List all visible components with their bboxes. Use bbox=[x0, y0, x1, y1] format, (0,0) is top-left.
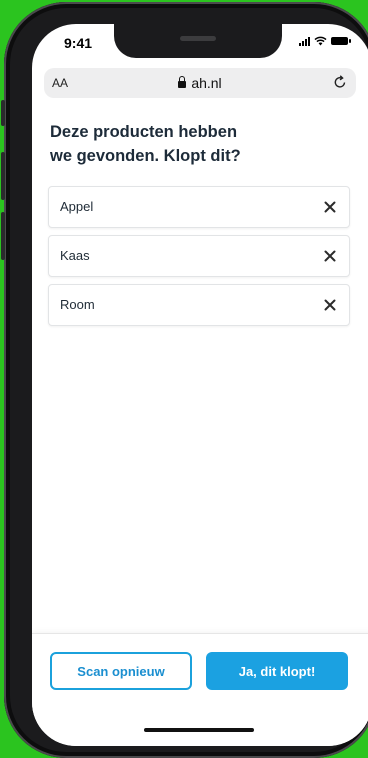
action-footer: Scan opnieuw Ja, dit klopt! bbox=[32, 633, 368, 746]
status-icons bbox=[299, 36, 351, 46]
remove-product-icon[interactable] bbox=[321, 198, 339, 216]
reload-icon[interactable] bbox=[332, 74, 348, 90]
remove-product-icon[interactable] bbox=[321, 296, 339, 314]
status-time: 9:41 bbox=[64, 35, 93, 51]
phone-frame: 9:41 AA ah.nl Deze producten hebben we g… bbox=[1, 2, 368, 758]
lock-icon bbox=[178, 76, 187, 88]
phone-side-button bbox=[1, 100, 5, 126]
notch bbox=[114, 24, 282, 58]
phone-volume-up-button bbox=[1, 152, 5, 200]
remove-product-icon[interactable] bbox=[321, 247, 339, 265]
page-title-line-2: we gevonden. Klopt dit? bbox=[50, 147, 241, 165]
phone-screen: 9:41 AA ah.nl Deze producten hebben we g… bbox=[32, 24, 368, 746]
product-item: Appel bbox=[48, 186, 350, 228]
speaker bbox=[180, 36, 216, 41]
product-name: Room bbox=[60, 297, 95, 312]
scan-again-button[interactable]: Scan opnieuw bbox=[50, 652, 192, 690]
page-title: Deze producten hebben we gevonden. Klopt… bbox=[50, 120, 350, 168]
home-indicator[interactable] bbox=[144, 728, 254, 732]
confirm-button[interactable]: Ja, dit klopt! bbox=[206, 652, 348, 690]
battery-icon bbox=[331, 37, 351, 45]
url-domain-text: ah.nl bbox=[191, 75, 222, 91]
product-item: Kaas bbox=[48, 235, 350, 277]
url-domain[interactable]: ah.nl bbox=[44, 75, 356, 91]
phone-volume-down-button bbox=[1, 212, 5, 260]
page-title-line-1: Deze producten hebben bbox=[50, 123, 238, 141]
wifi-icon bbox=[314, 36, 327, 46]
cellular-signal-icon bbox=[299, 36, 310, 46]
product-name: Appel bbox=[60, 199, 94, 214]
address-bar[interactable]: AA ah.nl bbox=[44, 68, 356, 98]
product-name: Kaas bbox=[60, 248, 90, 263]
product-item: Room bbox=[48, 284, 350, 326]
